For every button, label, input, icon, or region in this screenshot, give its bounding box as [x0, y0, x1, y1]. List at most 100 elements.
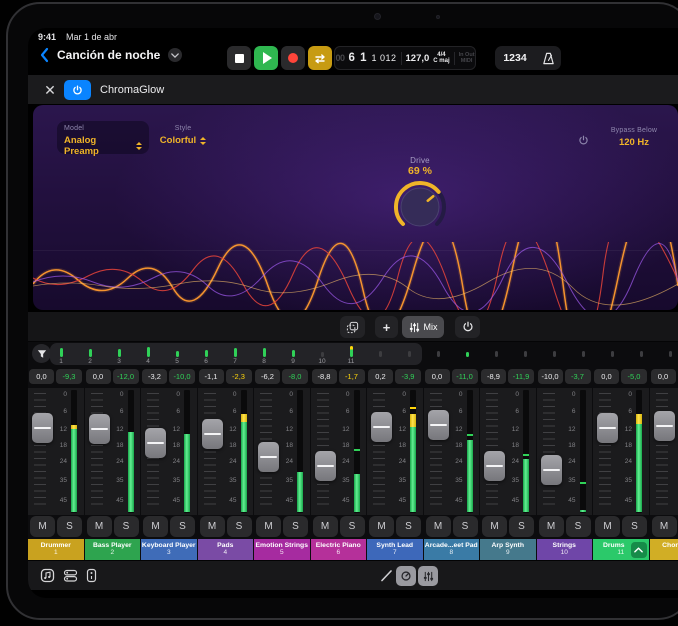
solo-button[interactable]: S	[566, 516, 591, 537]
mute-button[interactable]: M	[313, 516, 338, 537]
channel-fader-area: 061218243545	[141, 388, 197, 515]
mute-button[interactable]: M	[369, 516, 394, 537]
channel-volume-value[interactable]: -3,2	[142, 369, 167, 384]
fader-scale-label: 0	[617, 391, 632, 398]
solo-button[interactable]: S	[283, 516, 308, 537]
track-name-tab[interactable]: Drummer 1	[28, 539, 84, 560]
track-name-tab[interactable]: Chorus V	[650, 539, 678, 560]
channel-navigator[interactable]: 1234567891011	[28, 342, 678, 366]
channel-fader-area: 061218243545	[311, 388, 367, 515]
smart-controls-button[interactable]	[396, 566, 416, 586]
solo-button[interactable]: S	[453, 516, 478, 537]
track-name-tab[interactable]: Drums 11	[593, 539, 649, 560]
track-name-tab[interactable]: Arp Synth 9	[480, 539, 536, 560]
solo-button[interactable]: S	[114, 516, 139, 537]
channel-volume-value[interactable]: 0,0	[86, 369, 111, 384]
channel-volume-value[interactable]: -1,1	[199, 369, 224, 384]
chevron-up-icon[interactable]	[631, 542, 647, 558]
plugins-button[interactable]	[63, 568, 78, 588]
lcd-display[interactable]: 00 6 1 1 012 127,0 4/4 C maj In Out MIDI	[334, 46, 476, 70]
song-menu-button[interactable]	[168, 48, 182, 62]
fader-handle[interactable]	[202, 419, 223, 449]
solo-button[interactable]: S	[340, 516, 365, 537]
channel-volume-value[interactable]: -8,9	[481, 369, 506, 384]
style-selector[interactable]: Style Colorful	[151, 121, 215, 154]
fader-handle[interactable]	[597, 413, 618, 443]
level-control[interactable]: Level 0.0	[671, 127, 678, 148]
fader-scale-label: 18	[674, 442, 678, 449]
mixer-power-button[interactable]	[455, 316, 480, 338]
drive-knob[interactable]	[390, 177, 450, 237]
back-chevron-icon[interactable]	[40, 47, 49, 63]
bypass-below-control[interactable]: Bypass Below 120 Hz	[601, 127, 667, 148]
channel-volume-value[interactable]: 0,0	[425, 369, 450, 384]
connector-button[interactable]	[86, 568, 97, 588]
mute-button[interactable]: M	[30, 516, 55, 537]
fader-handle[interactable]	[32, 413, 53, 443]
fader-scale-label: 35	[165, 477, 180, 484]
track-name-tab[interactable]: Arcade...eet Pad 8	[424, 539, 480, 560]
fader-handle[interactable]	[654, 411, 675, 441]
song-title-group[interactable]: Canción de noche	[40, 47, 182, 63]
channel-volume-value[interactable]: -8,8	[312, 369, 337, 384]
solo-button[interactable]: S	[227, 516, 252, 537]
mute-button[interactable]: M	[200, 516, 225, 537]
mute-button[interactable]: M	[482, 516, 507, 537]
mix-view-button[interactable]: Mix	[402, 316, 444, 338]
track-name-tab[interactable]: Emotion Strings 5	[254, 539, 310, 560]
filter-button[interactable]	[32, 344, 51, 363]
mute-button[interactable]: M	[256, 516, 281, 537]
cycle-button[interactable]	[308, 46, 332, 70]
count-in-button[interactable]: 1234	[495, 52, 535, 64]
fader-scale-label: 0	[222, 391, 237, 398]
channel-volume-value[interactable]: -10,0	[538, 369, 563, 384]
track-name-tab[interactable]: Bass Player 2	[85, 539, 141, 560]
duplicate-button[interactable]	[340, 316, 365, 338]
channel-volume-value[interactable]: -6,2	[255, 369, 280, 384]
fader-handle[interactable]	[145, 428, 166, 458]
model-selector[interactable]: Model Analog Preamp	[57, 121, 149, 154]
track-name-tab[interactable]: Keyboard Player 3	[141, 539, 197, 560]
mute-button[interactable]: M	[595, 516, 620, 537]
solo-button[interactable]: S	[396, 516, 421, 537]
meter-fill	[636, 414, 642, 512]
solo-button[interactable]: S	[170, 516, 195, 537]
bypass-power-button[interactable]	[578, 133, 589, 151]
mute-button[interactable]: M	[143, 516, 168, 537]
track-name-tab[interactable]: Electric Piano 6	[311, 539, 367, 560]
play-button[interactable]	[254, 46, 278, 70]
channel-volume-value[interactable]: 0,0	[29, 369, 54, 384]
pencil-button[interactable]	[380, 569, 393, 587]
track-name-tab[interactable]: Pads 4	[198, 539, 254, 560]
meter-yellow-tip	[71, 425, 77, 429]
close-plugin-button[interactable]: ✕	[40, 80, 60, 100]
fader-handle[interactable]	[315, 451, 336, 481]
fader-handle[interactable]	[428, 410, 449, 440]
fader-handle[interactable]	[258, 442, 279, 472]
solo-button[interactable]: S	[622, 516, 647, 537]
channel-volume-value[interactable]: 0,0	[651, 369, 676, 384]
fader-handle[interactable]	[484, 451, 505, 481]
add-track-button[interactable]: +	[375, 316, 398, 338]
fader-ticks	[599, 393, 611, 510]
solo-button[interactable]: S	[509, 516, 534, 537]
loops-browser-button[interactable]	[40, 568, 55, 588]
channel-volume-value[interactable]: 0,2	[368, 369, 393, 384]
fader-handle[interactable]	[541, 455, 562, 485]
track-name-tab[interactable]: Strings 10	[537, 539, 593, 560]
solo-button[interactable]: S	[57, 516, 82, 537]
stop-button[interactable]	[227, 46, 251, 70]
plugin-power-button[interactable]	[64, 80, 91, 100]
mixer-panel-button[interactable]	[418, 566, 438, 586]
record-button[interactable]	[281, 46, 305, 70]
mute-button[interactable]: M	[539, 516, 564, 537]
mix-label: Mix	[424, 322, 438, 332]
metronome-button[interactable]	[535, 52, 561, 65]
channel-volume-value[interactable]: 0,0	[594, 369, 619, 384]
mute-button[interactable]: M	[652, 516, 677, 537]
fader-handle[interactable]	[371, 412, 392, 442]
track-name-tab[interactable]: Synth Lead 7	[367, 539, 423, 560]
mute-button[interactable]: M	[87, 516, 112, 537]
mute-button[interactable]: M	[426, 516, 451, 537]
fader-handle[interactable]	[89, 414, 110, 444]
